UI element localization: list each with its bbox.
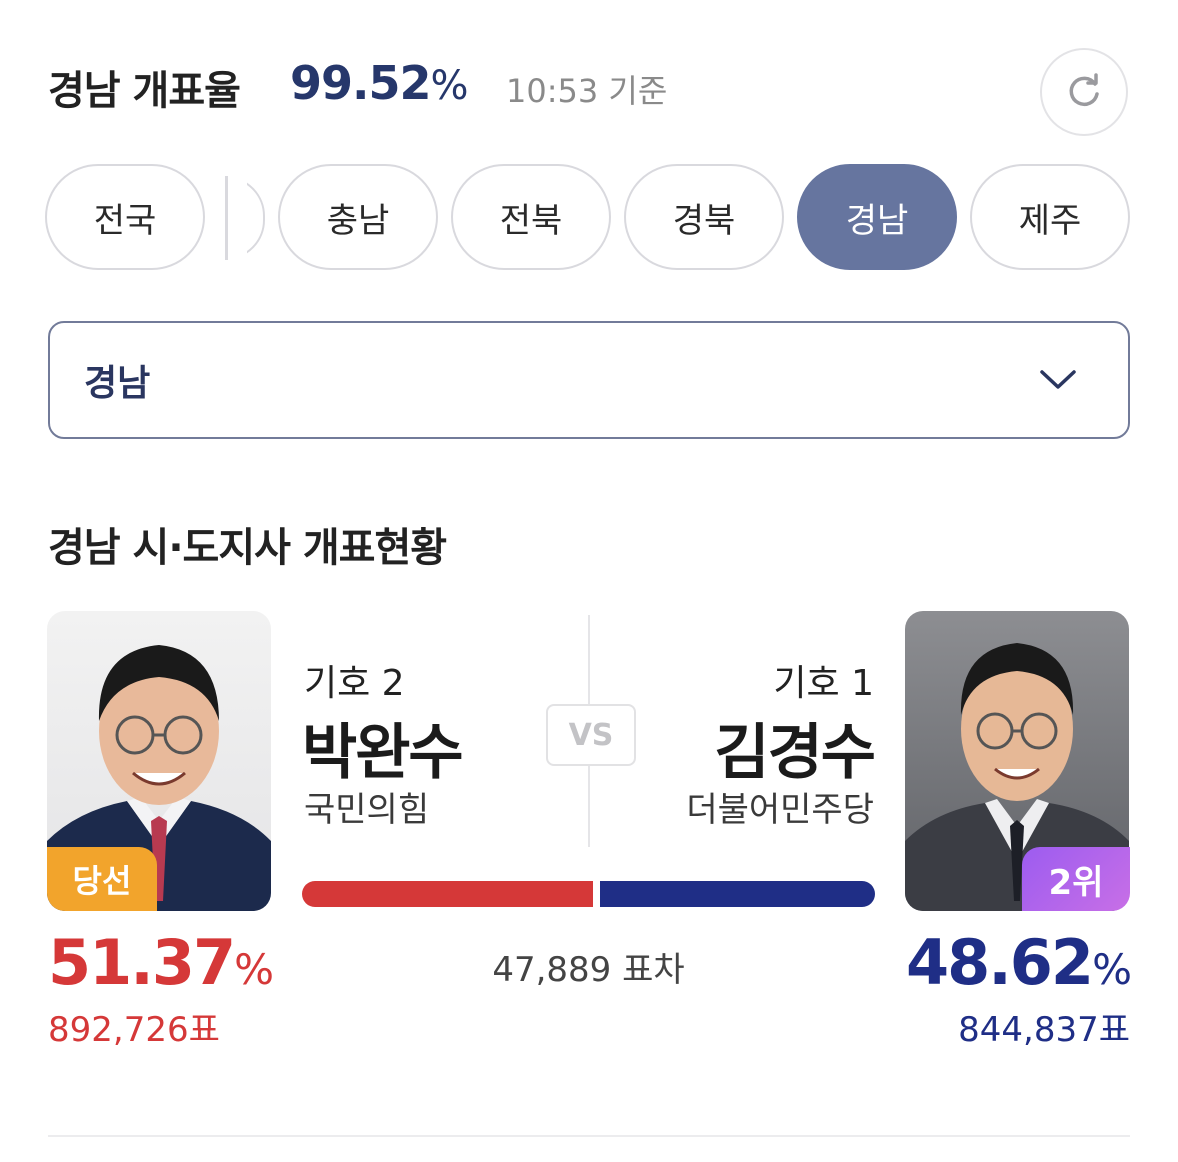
region-select[interactable]: 경남: [48, 321, 1130, 439]
chip-partial-hidden[interactable]: [247, 176, 267, 260]
candidate-right-number: 기호 1: [773, 663, 874, 704]
refresh-icon: [1069, 73, 1099, 107]
vote-bar-right: [600, 881, 875, 907]
candidate-left-percent: 51.37%: [48, 926, 274, 999]
candidate-right-party: 더불어민주당: [686, 790, 874, 830]
vote-bar-left: [302, 881, 593, 907]
bottom-divider: [48, 1135, 1130, 1137]
candidate-left-party: 국민의힘: [304, 790, 430, 830]
candidate-left-number: 기호 2: [304, 663, 405, 704]
refresh-button[interactable]: [1040, 48, 1128, 136]
chip-gyeongnam[interactable]: 경남: [797, 164, 957, 270]
chip-chungnam[interactable]: 충남: [278, 164, 438, 270]
section-title: 경남 시·도지사 개표현황: [48, 525, 447, 571]
count-rate-unit: %: [430, 63, 469, 109]
chip-jeju[interactable]: 제주: [970, 164, 1130, 270]
chevron-down-icon: [1040, 370, 1076, 389]
count-rate: 99.52%: [290, 56, 469, 110]
winner-badge: 당선: [47, 847, 157, 911]
candidate-left-percent-unit: %: [234, 945, 274, 994]
candidate-right-percent-value: 48.62: [905, 926, 1094, 999]
candidate-right-name: 김경수: [714, 718, 876, 788]
region-select-value: 경남: [84, 363, 151, 404]
chip-gyeongbuk[interactable]: 경북: [624, 164, 784, 270]
chip-divider: [225, 176, 228, 260]
page-title: 경남 개표율: [48, 68, 241, 114]
count-rate-value: 99.52: [290, 56, 432, 110]
candidate-right-votes: 844,837표: [958, 1010, 1130, 1050]
vote-margin: 47,889 표차: [492, 950, 685, 990]
candidate-left-name: 박완수: [302, 718, 464, 788]
candidate-left-votes: 892,726표: [48, 1010, 220, 1050]
candidate-right-percent: 48.62%: [905, 926, 1132, 999]
chip-jeonbuk[interactable]: 전북: [451, 164, 611, 270]
chip-nationwide[interactable]: 전국: [45, 164, 205, 270]
candidate-right-percent-unit: %: [1092, 945, 1132, 994]
rank-badge: 2위: [1022, 847, 1130, 911]
candidate-left-percent-value: 51.37: [48, 926, 236, 999]
update-time: 10:53 기준: [506, 72, 668, 110]
vs-label: VS: [546, 704, 636, 766]
